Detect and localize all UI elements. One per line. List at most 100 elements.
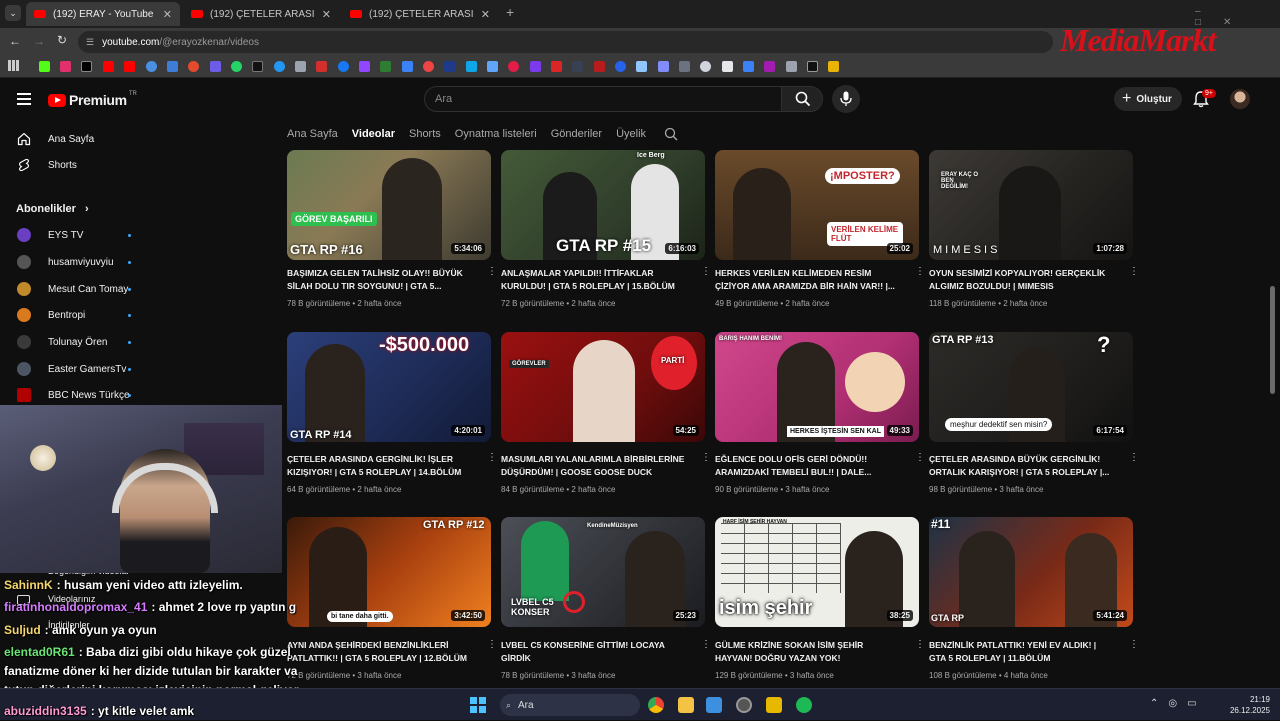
bookmark-instagram-icon[interactable] bbox=[60, 61, 71, 72]
video-card[interactable]: GTA RP #12 bi tane daha gitti. 3:42:50 A… bbox=[287, 517, 497, 687]
video-thumbnail[interactable]: -$500.000 GTA RP #14 4:20:01 bbox=[287, 332, 491, 442]
file-explorer-icon[interactable] bbox=[678, 697, 694, 713]
create-button[interactable]: + Oluştur bbox=[1114, 87, 1182, 111]
bookmark-icon[interactable] bbox=[188, 61, 199, 72]
bookmark-icon[interactable] bbox=[423, 61, 434, 72]
more-options-icon[interactable]: ⋮ bbox=[915, 453, 925, 463]
bookmark-icon[interactable] bbox=[316, 61, 327, 72]
video-thumbnail[interactable]: GTA RP #13 ? meşhur dedektif sen misin? … bbox=[929, 332, 1133, 442]
tab-close-icon[interactable]: ✕ bbox=[314, 8, 331, 21]
apps-grid-icon[interactable] bbox=[8, 60, 19, 71]
reload-icon[interactable]: ↻ bbox=[57, 33, 67, 47]
site-info-icon[interactable]: ☰ bbox=[86, 37, 94, 48]
bookmark-icon[interactable] bbox=[402, 61, 413, 72]
more-options-icon[interactable]: ⋮ bbox=[915, 640, 925, 650]
sidebar-item-shorts[interactable]: Shorts bbox=[0, 152, 160, 178]
more-options-icon[interactable]: ⋮ bbox=[701, 267, 711, 277]
sidebar-item-subscription[interactable]: Easter GamersTv bbox=[0, 356, 160, 382]
bookmark-icon[interactable] bbox=[530, 61, 541, 72]
bookmark-icon[interactable] bbox=[658, 61, 669, 72]
video-title[interactable]: OYUN SESİMİZİ KOPYALIYOR! GERÇEKLİK ALGI… bbox=[929, 267, 1113, 293]
bookmark-icon[interactable] bbox=[508, 61, 519, 72]
video-card[interactable]: HARF İSİM ŞEHİR HAYVAN isim şehir 38:25 … bbox=[715, 517, 925, 687]
bookmark-icon[interactable] bbox=[764, 61, 775, 72]
video-thumbnail[interactable]: GTA RP #12 bi tane daha gitti. 3:42:50 bbox=[287, 517, 491, 627]
bookmark-folder-icon[interactable] bbox=[828, 61, 839, 72]
bookmark-twitch-icon[interactable] bbox=[359, 61, 370, 72]
bookmark-icon[interactable] bbox=[615, 61, 626, 72]
more-options-icon[interactable]: ⋮ bbox=[487, 640, 497, 650]
tab-playlists[interactable]: Oynatma listeleri bbox=[455, 128, 537, 140]
bookmark-icon[interactable] bbox=[252, 61, 263, 72]
video-thumbnail[interactable]: PARTİ GÖREVLER 54:25 bbox=[501, 332, 705, 442]
bookmark-icon[interactable] bbox=[466, 61, 477, 72]
bookmark-icon[interactable] bbox=[636, 61, 647, 72]
bookmark-youtube-icon[interactable] bbox=[124, 61, 135, 72]
bookmark-icon[interactable] bbox=[551, 61, 562, 72]
more-options-icon[interactable]: ⋮ bbox=[915, 267, 925, 277]
browser-tab[interactable]: (192) ERAY - YouTube ✕ bbox=[26, 2, 180, 26]
bookmark-icon[interactable] bbox=[807, 61, 818, 72]
photos-icon[interactable] bbox=[706, 697, 722, 713]
video-title[interactable]: HERKES VERİLEN KELİMEDEN RESİM ÇİZİYOR A… bbox=[715, 267, 899, 293]
channel-search-icon[interactable] bbox=[664, 127, 678, 141]
video-title[interactable]: ÇETELER ARASINDA BÜYÜK GERGİNLİK! ORTALI… bbox=[929, 453, 1113, 479]
bookmark-chrome-icon[interactable] bbox=[146, 61, 157, 72]
video-title[interactable]: ANLAŞMALAR YAPILDI!! İTTİFAKLAR KURULDU!… bbox=[501, 267, 685, 293]
video-title[interactable]: AYNI ANDA ŞEHİRDEKİ BENZİNLİKLERİ PATLAT… bbox=[287, 639, 471, 665]
bookmark-icon[interactable] bbox=[594, 61, 605, 72]
more-options-icon[interactable]: ⋮ bbox=[487, 453, 497, 463]
bookmark-icon[interactable] bbox=[679, 61, 690, 72]
video-thumbnail[interactable]: HARF İSİM ŞEHİR HAYVAN isim şehir 38:25 bbox=[715, 517, 919, 627]
bookmark-icon[interactable] bbox=[295, 61, 306, 72]
tab-shorts[interactable]: Shorts bbox=[409, 128, 441, 140]
video-thumbnail[interactable]: BARIŞ HANIM BENİM! HERKES İŞTESİN SEN KA… bbox=[715, 332, 919, 442]
video-card[interactable]: ERAY KAÇ O BEN DEĞİLİM! MIMESIS 1:07:28 … bbox=[929, 150, 1139, 320]
video-title[interactable]: ÇETELER ARASINDA GERGİNLİK! İŞLER KIZIŞI… bbox=[287, 453, 471, 479]
video-thumbnail[interactable]: Ice Berg GTA RP #15 6:16:03 bbox=[501, 150, 705, 260]
sidebar-item-subscription[interactable]: Tolunay Ören bbox=[0, 329, 160, 355]
tab-videos[interactable]: Videolar bbox=[352, 128, 395, 140]
forward-icon[interactable]: → bbox=[33, 34, 45, 48]
sidebar-item-home[interactable]: Ana Sayfa bbox=[0, 126, 160, 152]
tab-membership[interactable]: Üyelik bbox=[616, 128, 646, 140]
more-options-icon[interactable]: ⋮ bbox=[701, 453, 711, 463]
sidebar-item-subscription[interactable]: Mesut Can Tomay bbox=[0, 276, 160, 302]
sidebar-item-subscription[interactable]: husamviyuvyiu bbox=[0, 249, 160, 275]
system-tray[interactable]: ⌃◎▭ bbox=[1150, 698, 1207, 709]
more-options-icon[interactable]: ⋮ bbox=[1129, 453, 1139, 463]
app-icon[interactable] bbox=[736, 697, 752, 713]
bookmark-icon[interactable] bbox=[572, 61, 583, 72]
video-title[interactable]: GÜLME KRİZİNE SOKAN İSİM ŞEHİR HAYVAN! D… bbox=[715, 639, 899, 665]
bookmark-icon[interactable] bbox=[380, 61, 391, 72]
start-windows-icon[interactable] bbox=[470, 697, 486, 713]
taskbar-search-input[interactable]: ⌕ Ara bbox=[500, 694, 640, 716]
tab-close-icon[interactable]: ✕ bbox=[155, 8, 172, 21]
video-card[interactable]: PARTİ GÖREVLER 54:25 MASUMLARI YALANLARI… bbox=[501, 332, 711, 502]
taskbar-clock[interactable]: 21:19 26.12.2025 bbox=[1228, 694, 1270, 716]
more-options-icon[interactable]: ⋮ bbox=[1129, 640, 1139, 650]
spotify-icon[interactable] bbox=[796, 697, 812, 713]
app-icon[interactable] bbox=[766, 697, 782, 713]
search-button[interactable] bbox=[781, 86, 823, 112]
video-title[interactable]: BAŞIMIZA GELEN TALİHSİZ OLAY!! BÜYÜK SİL… bbox=[287, 267, 471, 293]
more-options-icon[interactable]: ⋮ bbox=[487, 267, 497, 277]
video-card[interactable]: #11 GTA RP 5:41:24 BENZİNLİK PATLATTIK! … bbox=[929, 517, 1139, 687]
video-card[interactable]: Ice Berg GTA RP #15 6:16:03 ANLAŞMALAR Y… bbox=[501, 150, 711, 320]
video-card[interactable]: BARIŞ HANIM BENİM! HERKES İŞTESİN SEN KA… bbox=[715, 332, 925, 502]
new-tab-button[interactable]: + bbox=[506, 4, 514, 20]
back-icon[interactable]: ← bbox=[9, 34, 21, 48]
video-title[interactable]: BENZİNLİK PATLATTIK! YENİ EV ALDIK! | GT… bbox=[929, 639, 1113, 665]
video-thumbnail[interactable]: #11 GTA RP 5:41:24 bbox=[929, 517, 1133, 627]
bookmark-icon[interactable] bbox=[487, 61, 498, 72]
bookmark-x-icon[interactable] bbox=[81, 61, 92, 72]
video-title[interactable]: EĞLENCE DOLU OFİS GERİ DÖNDÜ!! ARAMIZDAK… bbox=[715, 453, 899, 479]
video-thumbnail[interactable]: KendineMüzisyen LVBEL C5 KONSER 25:23 bbox=[501, 517, 705, 627]
tab-home[interactable]: Ana Sayfa bbox=[287, 128, 338, 140]
search-input[interactable]: Ara bbox=[424, 86, 782, 112]
more-options-icon[interactable]: ⋮ bbox=[701, 640, 711, 650]
bookmark-kick-icon[interactable] bbox=[39, 61, 50, 72]
more-options-icon[interactable]: ⋮ bbox=[1129, 267, 1139, 277]
bookmark-icon[interactable] bbox=[444, 61, 455, 72]
tab-close-icon[interactable]: ✕ bbox=[473, 8, 490, 21]
